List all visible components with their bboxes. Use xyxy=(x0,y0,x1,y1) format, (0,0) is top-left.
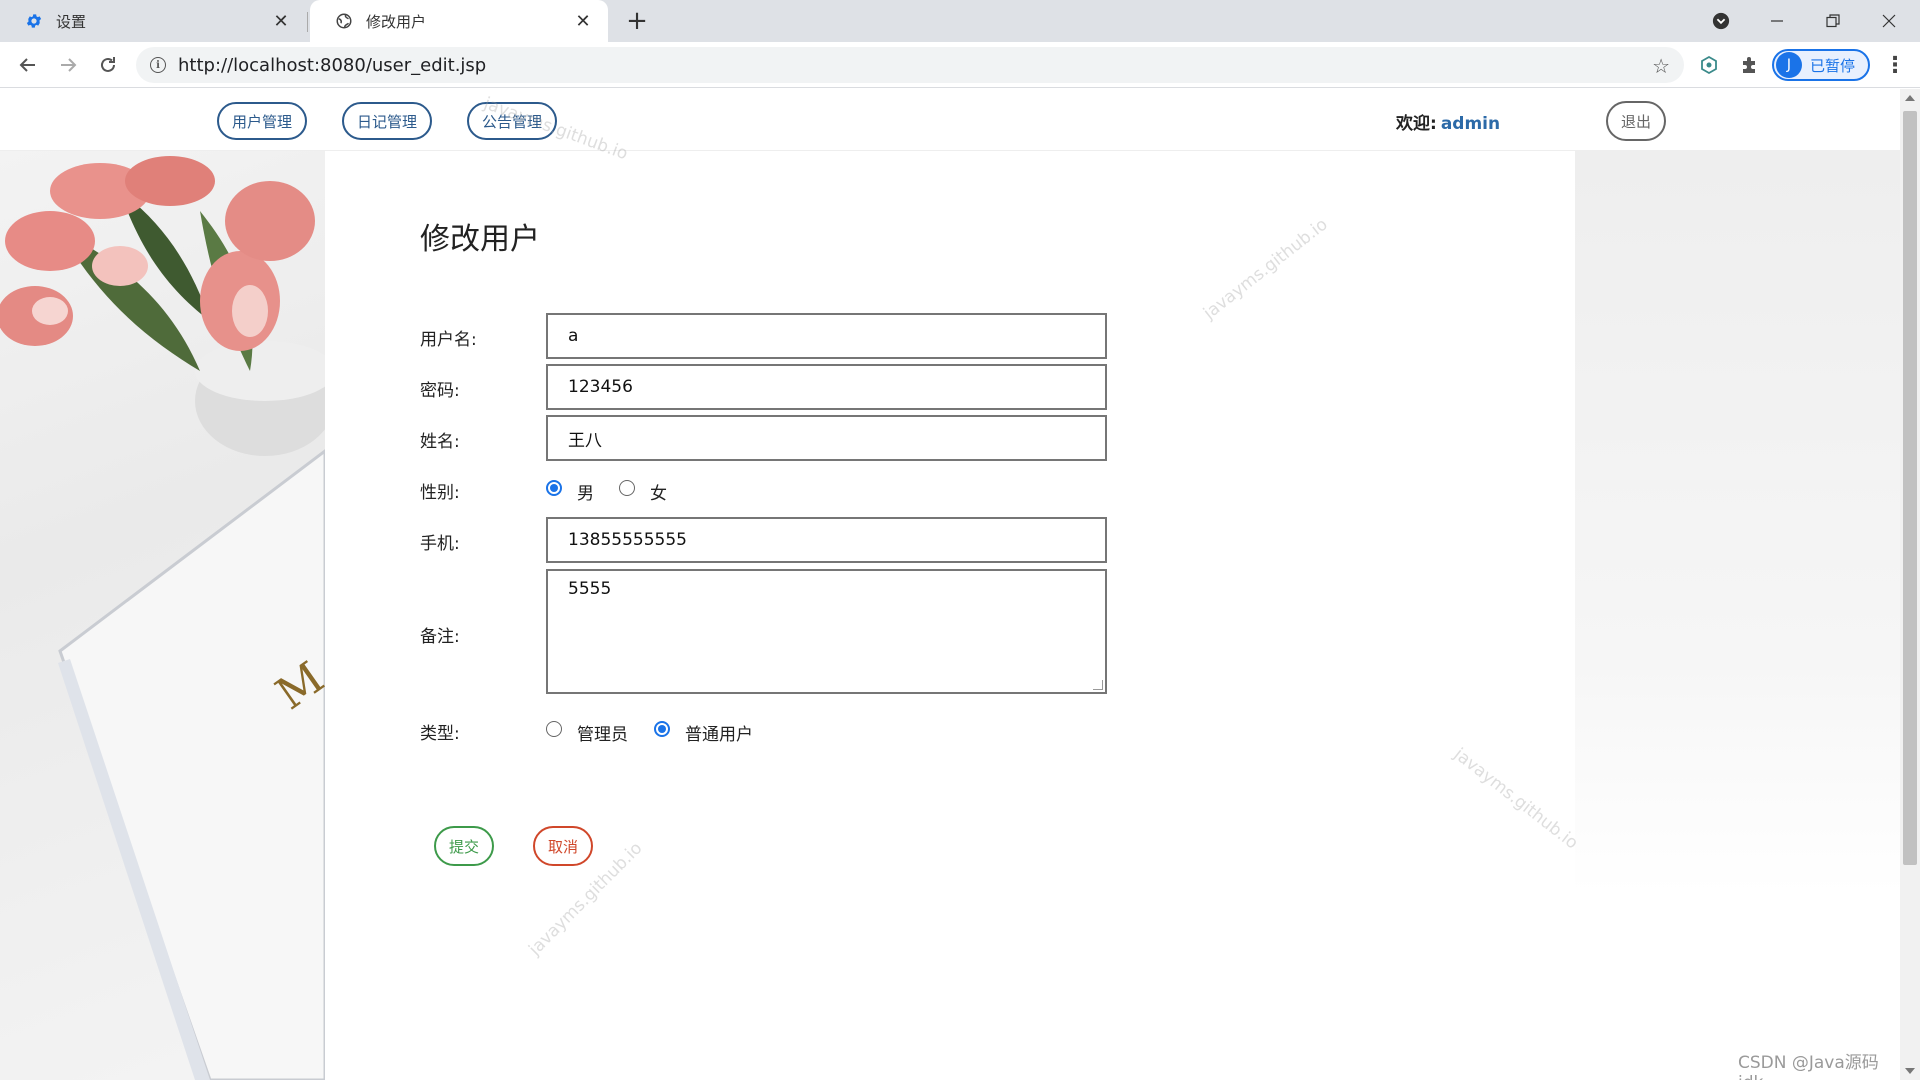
close-window-icon[interactable] xyxy=(1862,0,1916,42)
type-admin-radio[interactable] xyxy=(546,721,562,737)
forward-icon[interactable] xyxy=(52,49,84,81)
gender-female-label: 女 xyxy=(650,484,667,504)
phone-input[interactable]: 13855555555 xyxy=(546,517,1107,563)
tab-settings[interactable]: 设置 ✕ xyxy=(0,0,306,42)
submit-button[interactable]: 提交 xyxy=(434,826,494,866)
top-nav: 用户管理 日记管理 公告管理 欢迎: admin 退出 xyxy=(0,89,1900,151)
extension-icon[interactable] xyxy=(1694,50,1724,80)
puzzle-icon[interactable] xyxy=(1734,50,1764,80)
decorative-background xyxy=(1575,151,1900,1080)
back-icon[interactable] xyxy=(12,49,44,81)
browser-toolbar: i http://localhost:8080/user_edit.jsp ☆ … xyxy=(0,42,1920,88)
restore-icon[interactable] xyxy=(1806,0,1860,42)
close-icon[interactable]: ✕ xyxy=(570,8,596,34)
profile-status: 已暂停 xyxy=(1810,56,1856,75)
note-textarea[interactable]: 5555 xyxy=(546,569,1107,694)
close-icon[interactable]: ✕ xyxy=(268,8,294,34)
note-text: 5555 xyxy=(568,579,612,599)
username-link[interactable]: admin xyxy=(1441,114,1500,134)
page-title: 修改用户 xyxy=(420,222,540,257)
decorative-photo: M xyxy=(0,151,325,1080)
avatar: J xyxy=(1776,52,1802,78)
star-icon[interactable]: ☆ xyxy=(1652,54,1670,78)
tab-label: 设置 xyxy=(56,12,87,31)
realname-label: 姓名: xyxy=(420,432,460,452)
nav-diary-management[interactable]: 日记管理 xyxy=(342,102,432,140)
type-normal-radio[interactable] xyxy=(654,721,670,737)
nav-user-management[interactable]: 用户管理 xyxy=(217,102,307,140)
realname-input[interactable]: 王八 xyxy=(546,415,1107,461)
gender-male-label: 男 xyxy=(577,484,594,504)
cancel-button[interactable]: 取消 xyxy=(533,826,593,866)
tab-edit-user[interactable]: 修改用户 ✕ xyxy=(310,0,608,42)
logout-button[interactable]: 退出 xyxy=(1606,101,1666,141)
minimize-icon[interactable] xyxy=(1750,0,1804,42)
tab-search-icon[interactable] xyxy=(1694,0,1748,42)
username-input[interactable]: a xyxy=(546,313,1107,359)
menu-icon[interactable]: ⋮ xyxy=(1880,50,1910,80)
watermark: javayms.github.io xyxy=(1199,214,1332,324)
note-label: 备注: xyxy=(420,627,460,647)
gender-male-radio[interactable] xyxy=(546,480,562,496)
welcome-text: 欢迎: admin xyxy=(1396,109,1500,134)
gear-icon xyxy=(24,11,44,31)
page-viewport: M 用户管理 日记管理 公告管理 欢迎: admin 退出 修改用户 用户名: … xyxy=(0,89,1900,1080)
tab-label: 修改用户 xyxy=(366,12,427,31)
csdn-watermark: CSDN @Java源码jdk xyxy=(1738,1053,1879,1080)
phone-label: 手机: xyxy=(420,534,460,554)
type-normal-label: 普通用户 xyxy=(685,725,753,745)
tab-separator xyxy=(307,12,308,32)
address-bar[interactable]: i http://localhost:8080/user_edit.jsp ☆ xyxy=(136,47,1684,83)
scroll-down-icon[interactable] xyxy=(1905,1068,1915,1074)
watermark: javayms.github.io xyxy=(1449,744,1582,854)
password-label: 密码: xyxy=(420,381,460,401)
info-icon[interactable]: i xyxy=(150,57,166,73)
reload-icon[interactable] xyxy=(92,49,124,81)
username-label: 用户名: xyxy=(420,330,477,350)
type-label: 类型: xyxy=(420,724,460,744)
scroll-up-icon[interactable] xyxy=(1905,95,1915,101)
scroll-thumb[interactable] xyxy=(1903,111,1917,865)
new-tab-button[interactable]: + xyxy=(622,6,652,36)
resize-handle[interactable] xyxy=(1093,680,1103,690)
welcome-label: 欢迎: xyxy=(1396,114,1437,134)
globe-icon xyxy=(334,11,354,31)
url-text: http://localhost:8080/user_edit.jsp xyxy=(178,54,487,76)
gender-label: 性别: xyxy=(420,483,460,503)
password-input[interactable]: 123456 xyxy=(546,364,1107,410)
gender-female-radio[interactable] xyxy=(619,480,635,496)
tab-strip: 设置 ✕ 修改用户 ✕ + xyxy=(0,0,1920,42)
scrollbar[interactable] xyxy=(1900,89,1920,1080)
type-admin-label: 管理员 xyxy=(577,725,628,745)
profile-button[interactable]: J 已暂停 xyxy=(1772,49,1870,81)
